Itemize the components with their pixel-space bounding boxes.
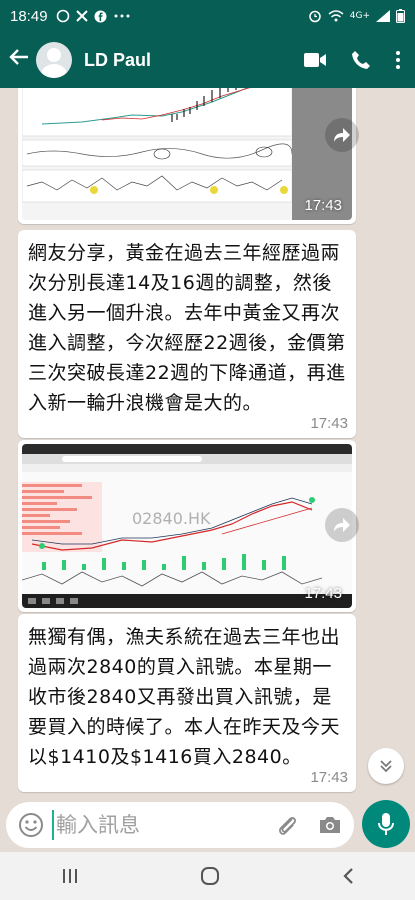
emoji-icon[interactable] xyxy=(18,812,44,838)
microphone-icon xyxy=(378,813,394,835)
more-icon xyxy=(114,14,130,18)
status-time: 18:49 xyxy=(10,7,48,25)
voice-message-button[interactable] xyxy=(362,800,410,848)
message-time: 17:43 xyxy=(304,197,342,214)
status-bar: 18:49 4G+ xyxy=(0,0,415,32)
video-call-icon[interactable] xyxy=(303,51,327,69)
text-message-1[interactable]: 網友分享，黃金在過去三年經歷過兩次分別長達14及16週的調整，然後進入另一個升浪… xyxy=(18,230,356,438)
composer-bar: 輸入訊息 xyxy=(0,800,415,852)
text-message-2[interactable]: 無獨有偶，漁夫系統在過去三年也出過兩次2840的買入訊號。本星期一收市後2840… xyxy=(18,614,356,792)
image-message-1[interactable]: 17:43 xyxy=(18,88,356,224)
battery-icon xyxy=(396,9,405,23)
forward-icon xyxy=(334,518,350,532)
network-label: 4G+ xyxy=(349,11,370,21)
chart-screenshot-1[interactable]: 17:43 xyxy=(22,88,352,220)
x-icon xyxy=(75,10,88,22)
facebook-icon xyxy=(94,10,107,22)
chart-watermark: 02840.HK xyxy=(132,509,211,528)
more-options-icon[interactable] xyxy=(395,50,401,70)
back-icon[interactable] xyxy=(341,867,355,885)
double-chevron-down-icon xyxy=(380,760,392,773)
signal-icon xyxy=(376,10,390,22)
forward-icon xyxy=(334,128,350,142)
home-icon[interactable] xyxy=(200,866,220,886)
forward-button[interactable] xyxy=(325,118,359,152)
message-text: 網友分享，黃金在過去三年經歷過兩次分別長達14及16週的調整，然後進入另一個升浪… xyxy=(28,242,346,414)
message-placeholder: 輸入訊息 xyxy=(52,810,140,840)
chat-area[interactable]: 17:43 網友分享，黃金在過去三年經歷過兩次分別長達14及16週的調整，然後進… xyxy=(0,88,415,800)
voice-call-icon[interactable] xyxy=(351,50,371,70)
message-time: 17:43 xyxy=(304,585,342,602)
alarm-icon xyxy=(309,10,321,23)
system-nav-bar xyxy=(0,852,415,900)
scroll-to-bottom-button[interactable] xyxy=(368,748,404,784)
message-time: 17:43 xyxy=(310,769,348,786)
message-input[interactable]: 輸入訊息 xyxy=(6,802,354,848)
forward-button[interactable] xyxy=(325,508,359,542)
chat-header: LD Paul xyxy=(0,32,415,88)
recent-apps-icon[interactable] xyxy=(61,867,79,885)
avatar[interactable] xyxy=(36,42,72,78)
whatsapp-icon xyxy=(56,9,69,23)
attach-icon[interactable] xyxy=(276,813,298,837)
wifi-icon xyxy=(328,10,344,22)
image-message-2[interactable]: 02840.HK 17:43 xyxy=(18,440,356,612)
back-arrow-icon[interactable] xyxy=(4,46,34,74)
chart-screenshot-2[interactable]: 02840.HK 17:43 xyxy=(22,444,352,608)
message-time: 17:43 xyxy=(310,415,348,432)
message-text: 無獨有偶，漁夫系統在過去三年也出過兩次2840的買入訊號。本星期一收市後2840… xyxy=(28,626,341,768)
camera-icon[interactable] xyxy=(318,815,342,835)
contact-name[interactable]: LD Paul xyxy=(84,50,151,71)
